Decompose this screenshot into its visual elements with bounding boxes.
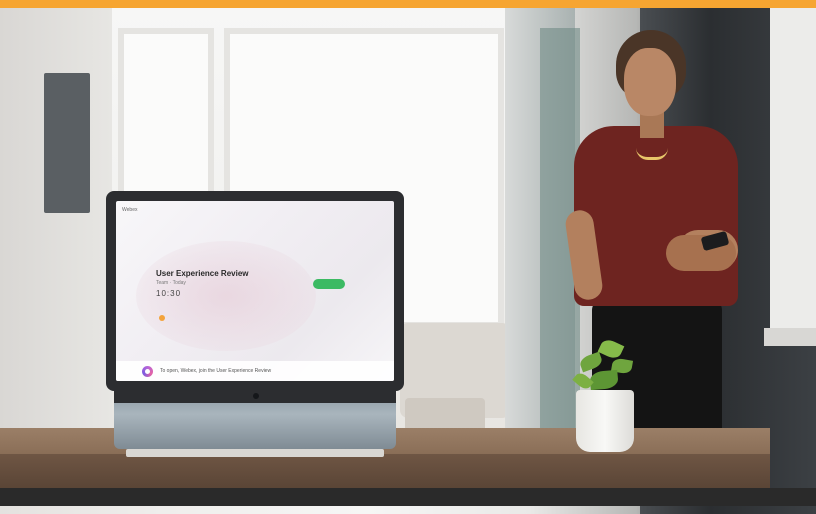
camera-icon [253, 393, 259, 399]
window-pane [118, 28, 214, 218]
window-sill [764, 328, 816, 346]
join-button[interactable] [313, 279, 345, 289]
person-face [624, 48, 676, 116]
avatar [159, 315, 165, 321]
leaf [597, 337, 625, 361]
device-foot [126, 449, 384, 457]
device-screen[interactable]: Webex User Experience Review Team · Toda… [116, 201, 394, 381]
assistant-bar[interactable]: To open, Webex, join the User Experience… [116, 361, 394, 381]
meeting-title: User Experience Review [156, 269, 249, 278]
photo-frame: Webex User Experience Review Team · Toda… [0, 0, 816, 514]
table-edge [0, 454, 770, 488]
left-wall [0, 8, 112, 478]
device-bezel: Webex User Experience Review Team · Toda… [106, 191, 404, 391]
leaf [578, 351, 604, 373]
assistant-icon[interactable] [142, 366, 153, 377]
leaf [589, 369, 619, 391]
desk-video-device: Webex User Experience Review Team · Toda… [106, 191, 404, 459]
wall-panel [44, 73, 90, 213]
potted-plant [570, 335, 640, 455]
assistant-prompt: To open, Webex, join the User Experience… [160, 368, 272, 374]
accent-bar [0, 0, 816, 8]
floor [0, 488, 816, 506]
right-window [770, 8, 816, 338]
meeting-card[interactable]: User Experience Review Team · Today 10:3… [156, 269, 296, 298]
meeting-subtitle: Team · Today [156, 280, 186, 286]
plant-pot [576, 390, 634, 452]
device-base [114, 391, 396, 449]
meeting-time: 10:30 [156, 289, 182, 298]
screen-brand: Webex [122, 207, 138, 213]
